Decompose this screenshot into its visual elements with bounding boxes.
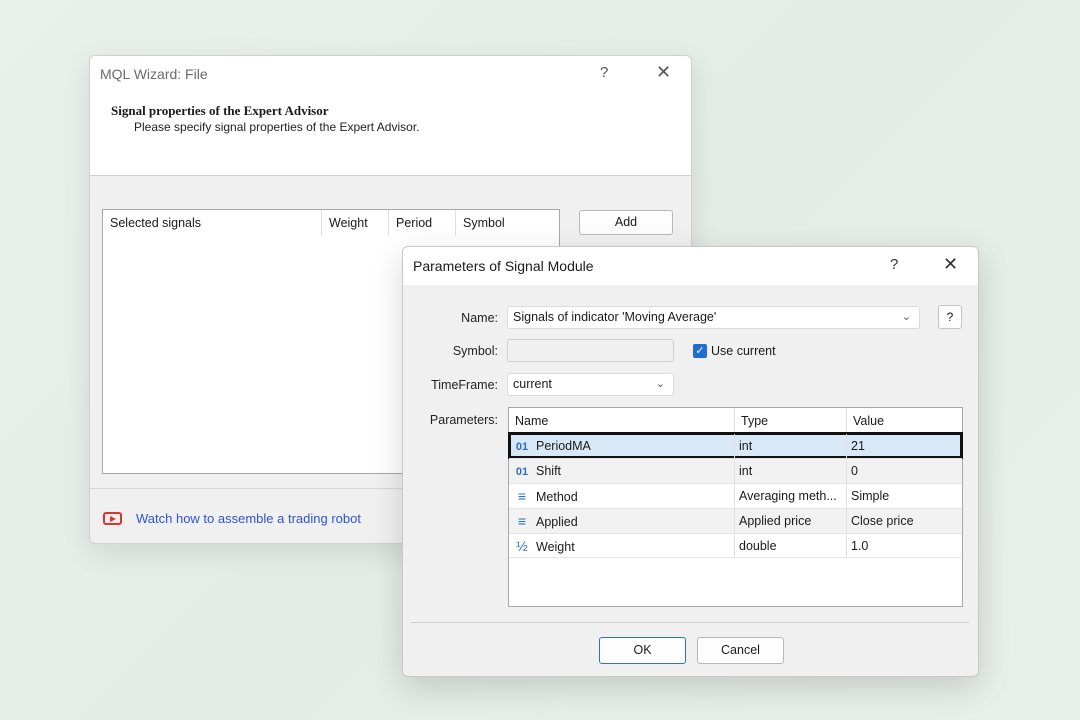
- signal-parameters-dialog: Parameters of Signal Module ? ✕ Name: Si…: [402, 246, 979, 677]
- cancel-button[interactable]: Cancel: [697, 637, 784, 664]
- param-row-periodma[interactable]: 01 PeriodMA int 21: [508, 432, 964, 459]
- grid-header-name[interactable]: Name: [509, 408, 735, 433]
- add-signal-button[interactable]: Add: [579, 210, 673, 235]
- wizard-titlebar: MQL Wizard: File ? ✕: [90, 56, 691, 92]
- param-name: Weight: [536, 540, 575, 554]
- param-name: PeriodMA: [536, 439, 591, 453]
- param-type: Averaging meth...: [735, 484, 847, 508]
- param-type: int: [735, 459, 847, 483]
- param-row-weight[interactable]: ½ Weight double 1.0: [509, 533, 962, 558]
- column-header-period[interactable]: Period: [389, 210, 456, 236]
- param-row-applied[interactable]: ≡ Applied Applied price Close price: [509, 508, 962, 533]
- grid-header-type[interactable]: Type: [735, 408, 847, 433]
- watch-tutorial-link[interactable]: Watch how to assemble a trading robot: [136, 511, 361, 526]
- timeframe-value: current: [513, 377, 552, 391]
- parameters-label: Parameters:: [429, 413, 498, 427]
- symbol-input[interactable]: [507, 339, 674, 362]
- use-current-checkbox[interactable]: ✓: [693, 344, 707, 358]
- symbol-label: Symbol:: [452, 344, 498, 358]
- name-label: Name:: [461, 311, 498, 325]
- grid-header-value[interactable]: Value: [847, 408, 964, 433]
- param-type: int: [735, 434, 847, 458]
- ok-button[interactable]: OK: [599, 637, 686, 664]
- wizard-close-button[interactable]: ✕: [656, 62, 671, 83]
- signal-name-value: Signals of indicator 'Moving Average': [513, 310, 717, 324]
- param-name: Method: [536, 490, 578, 504]
- video-play-icon[interactable]: [103, 512, 122, 525]
- wizard-help-button[interactable]: ?: [600, 64, 608, 81]
- enum-type-icon: ≡: [517, 513, 527, 529]
- param-type: double: [735, 534, 847, 558]
- params-help-button[interactable]: ?: [890, 256, 898, 273]
- param-value[interactable]: Simple: [847, 484, 964, 508]
- column-header-selected-signals[interactable]: Selected signals: [103, 210, 322, 236]
- params-title: Parameters of Signal Module: [413, 258, 594, 274]
- chevron-down-icon: ⌄: [655, 378, 665, 390]
- param-value[interactable]: 1.0: [847, 534, 964, 558]
- enum-type-icon: ≡: [517, 488, 527, 504]
- integer-type-icon: 01: [515, 466, 529, 478]
- wizard-title: MQL Wizard: File: [100, 66, 208, 82]
- param-value[interactable]: 0: [847, 459, 964, 483]
- parameters-grid[interactable]: Name Type Value 01 PeriodMA int 21 01 Shif…: [508, 407, 963, 607]
- timeframe-select[interactable]: current ⌄: [507, 373, 674, 396]
- column-header-weight[interactable]: Weight: [322, 210, 389, 236]
- wizard-header: Signal properties of the Expert Advisor …: [90, 92, 691, 176]
- params-titlebar: Parameters of Signal Module ? ✕: [403, 247, 978, 285]
- chevron-down-icon: ⌄: [901, 311, 911, 323]
- param-type: Applied price: [735, 509, 847, 533]
- param-name: Shift: [536, 464, 562, 478]
- param-name: Applied: [536, 515, 578, 529]
- wizard-header-title: Signal properties of the Expert Advisor: [111, 103, 329, 118]
- signal-name-select[interactable]: Signals of indicator 'Moving Average' ⌄: [507, 306, 920, 329]
- name-help-button[interactable]: ?: [938, 305, 962, 329]
- use-current-label[interactable]: Use current: [711, 344, 776, 358]
- column-header-symbol[interactable]: Symbol: [456, 210, 561, 236]
- params-close-button[interactable]: ✕: [943, 254, 958, 275]
- timeframe-label: TimeFrame:: [431, 378, 498, 392]
- param-value[interactable]: 21: [847, 434, 964, 458]
- integer-type-icon: 01: [515, 441, 529, 453]
- param-row-shift[interactable]: 01 Shift int 0: [509, 458, 962, 483]
- double-type-icon: ½: [516, 538, 528, 554]
- param-value[interactable]: Close price: [847, 509, 964, 533]
- params-footer-divider: [411, 622, 969, 623]
- wizard-header-subtitle: Please specify signal properties of the …: [134, 120, 420, 134]
- param-row-method[interactable]: ≡ Method Averaging meth... Simple: [509, 483, 962, 508]
